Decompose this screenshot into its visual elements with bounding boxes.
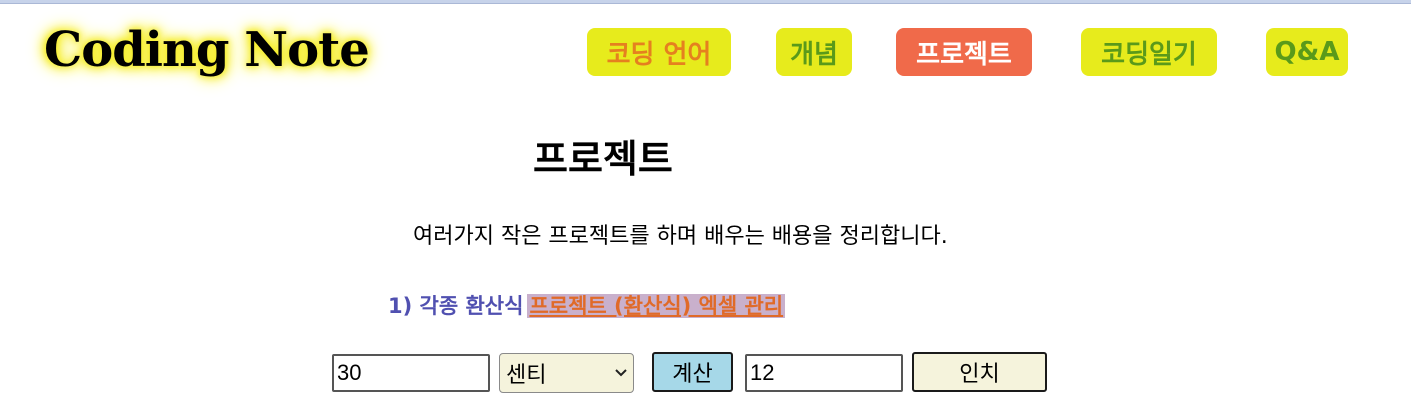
site-logo[interactable]: Coding Note	[44, 20, 370, 80]
page-title: 프로젝트	[533, 137, 673, 181]
nav-coding-diary[interactable]: 코딩일기	[1081, 28, 1217, 76]
result-input[interactable]	[745, 354, 903, 392]
value-input[interactable]	[332, 354, 490, 392]
nav-concept[interactable]: 개념	[776, 28, 852, 76]
section-number-label: 1) 각종 환산식	[388, 294, 524, 318]
result-unit-button[interactable]: 인치	[912, 352, 1047, 392]
unit-select-value: 센티	[506, 363, 547, 388]
page-intro: 여러가지 작은 프로젝트를 하며 배우는 배용을 정리합니다.	[413, 224, 948, 249]
nav-project[interactable]: 프로젝트	[896, 28, 1032, 76]
nav-coding-language[interactable]: 코딩 언어	[587, 28, 731, 76]
chevron-down-icon	[615, 365, 627, 381]
unit-select[interactable]: 센티	[499, 353, 634, 393]
section-project-link[interactable]: 프로젝트 (환산식) 엑셀 관리	[527, 294, 786, 318]
calculate-button[interactable]: 계산	[652, 352, 733, 392]
nav-qa[interactable]: Q&A	[1266, 28, 1348, 76]
section-heading: 1) 각종 환산식 프로젝트 (환산식) 엑셀 관리	[388, 291, 786, 321]
browser-top-border	[0, 0, 1411, 4]
